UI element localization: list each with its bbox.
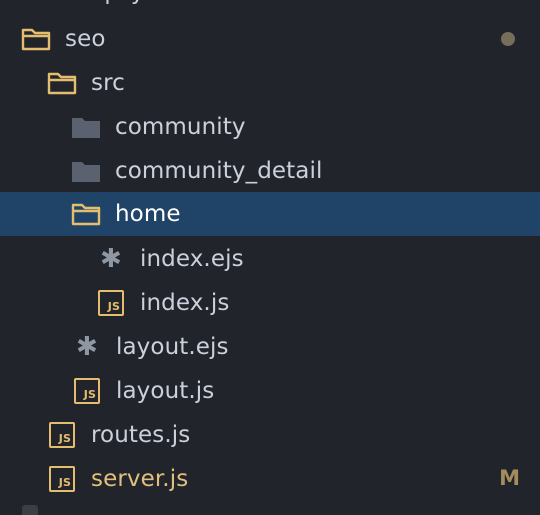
tree-item-label: home bbox=[115, 201, 181, 227]
tree-item-partial[interactable]: q-sync bbox=[0, 0, 540, 10]
ejs-file-icon: ✱ bbox=[76, 332, 98, 362]
tree-item-label: server.js bbox=[91, 466, 189, 492]
folder-closed-icon bbox=[22, 505, 38, 515]
js-badge: JS bbox=[74, 378, 100, 404]
tree-item-community-detail[interactable]: community_detail bbox=[0, 149, 540, 193]
unsaved-dot-icon bbox=[501, 32, 515, 46]
js-file-icon: JS bbox=[96, 289, 126, 317]
folder-open-icon bbox=[21, 25, 51, 53]
js-badge: JS bbox=[49, 422, 75, 448]
tree-item-layout-js[interactable]: JS layout.js bbox=[0, 369, 540, 413]
tree-item-label: seo bbox=[65, 26, 106, 52]
tree-item-label: index.ejs bbox=[140, 246, 244, 272]
tree-item-label: community bbox=[115, 114, 246, 140]
js-file-icon: JS bbox=[72, 377, 102, 405]
ejs-file-icon: ✱ bbox=[100, 244, 122, 274]
tree-item-server-js[interactable]: JS server.js bbox=[0, 457, 540, 501]
tree-item-index-js[interactable]: JS index.js bbox=[0, 281, 540, 325]
vcs-status-badge: M bbox=[499, 466, 520, 490]
tree-item-community[interactable]: community bbox=[0, 105, 540, 149]
tree-item-label: src bbox=[91, 70, 125, 96]
folder-closed-icon bbox=[71, 113, 101, 141]
tree-item-label: q-sync bbox=[96, 0, 172, 5]
tree-item-label: routes.js bbox=[91, 422, 191, 448]
tree-item-label: layout.js bbox=[116, 378, 215, 404]
tree-item-home[interactable]: home bbox=[0, 192, 540, 236]
tree-item-seo[interactable]: seo bbox=[0, 17, 540, 61]
tree-item-index-ejs[interactable]: ✱ index.ejs bbox=[0, 237, 540, 281]
tree-item-label: layout.ejs bbox=[116, 334, 229, 360]
tree-item-src[interactable]: src bbox=[0, 61, 540, 105]
tree-item-layout-ejs[interactable]: ✱ layout.ejs bbox=[0, 325, 540, 369]
js-file-icon: JS bbox=[47, 421, 77, 449]
tree-item-routes-js[interactable]: JS routes.js bbox=[0, 413, 540, 457]
file-tree: q-sync seo src community community_detai… bbox=[0, 0, 540, 515]
js-file-icon: JS bbox=[47, 465, 77, 493]
folder-open-icon bbox=[71, 200, 101, 228]
tree-item-label: community_detail bbox=[115, 158, 323, 184]
folder-closed-icon bbox=[71, 157, 101, 185]
js-badge: JS bbox=[98, 290, 124, 316]
tree-item-label: index.js bbox=[140, 290, 230, 316]
js-badge: JS bbox=[49, 466, 75, 492]
folder-open-icon bbox=[47, 69, 77, 97]
